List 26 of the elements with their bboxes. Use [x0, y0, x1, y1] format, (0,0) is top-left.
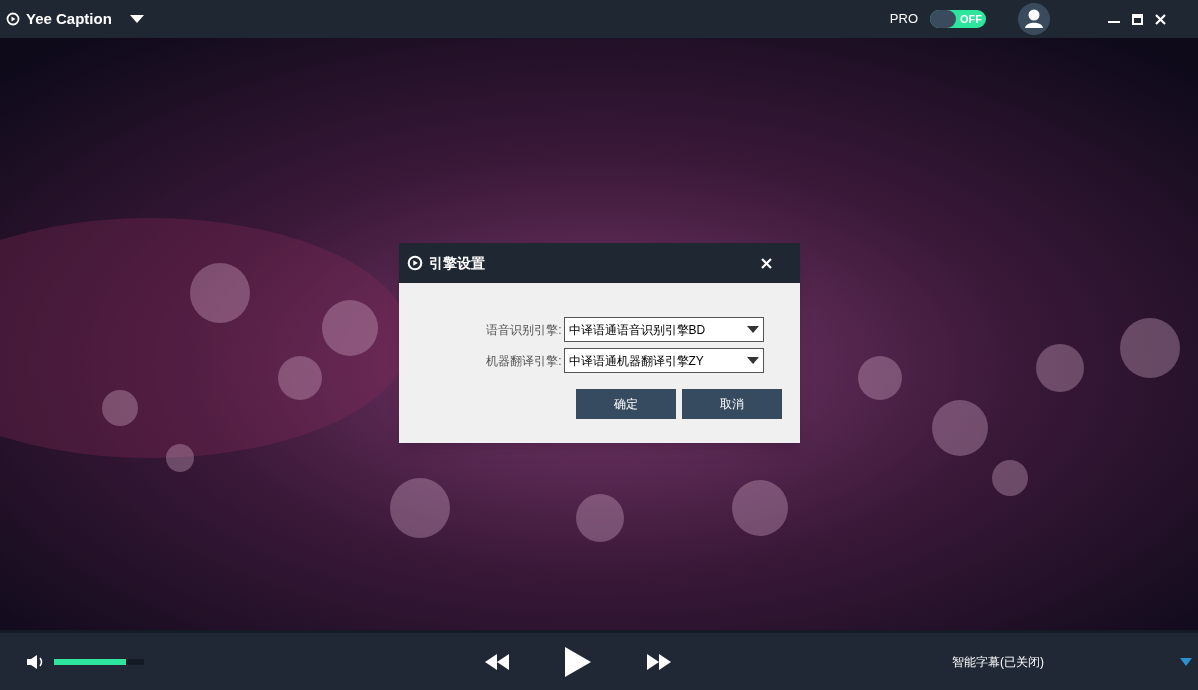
rewind-icon[interactable] [485, 653, 509, 670]
volume-icon[interactable] [27, 654, 45, 669]
dialog-button[interactable]: 取消 [681, 389, 782, 419]
caret-icon [746, 357, 759, 364]
toggle-thumb [930, 10, 956, 28]
play-icon[interactable] [565, 646, 591, 677]
caret-icon[interactable] [129, 15, 144, 23]
close-icon[interactable] [1155, 13, 1166, 25]
caret-icon [746, 326, 759, 333]
app-title: Yee Caption [26, 8, 112, 29]
close-icon[interactable] [760, 257, 772, 269]
field-label: 机器翻译引擎: [486, 352, 562, 370]
volume-slider[interactable] [54, 658, 144, 665]
engine-select[interactable]: 中译语通语音识别引擎BD [563, 317, 764, 342]
field-label: 语音识别引擎: [486, 321, 562, 339]
avatar-icon[interactable] [1018, 3, 1050, 35]
toggle-text: OFF [959, 11, 983, 27]
logo-icon [6, 12, 20, 26]
subtitle-status[interactable]: 智能字幕(已关闭) [952, 652, 1092, 671]
fast-forward-icon[interactable] [647, 653, 671, 670]
dialog-button[interactable]: 确定 [575, 389, 676, 419]
engine-select[interactable]: 中译语通机器翻译引擎ZY [563, 348, 764, 373]
logo-icon [406, 255, 423, 271]
dialog-title: 引擎设置 [428, 253, 485, 273]
maximize-icon[interactable] [1132, 13, 1143, 25]
pro-label: PRO [889, 10, 918, 29]
